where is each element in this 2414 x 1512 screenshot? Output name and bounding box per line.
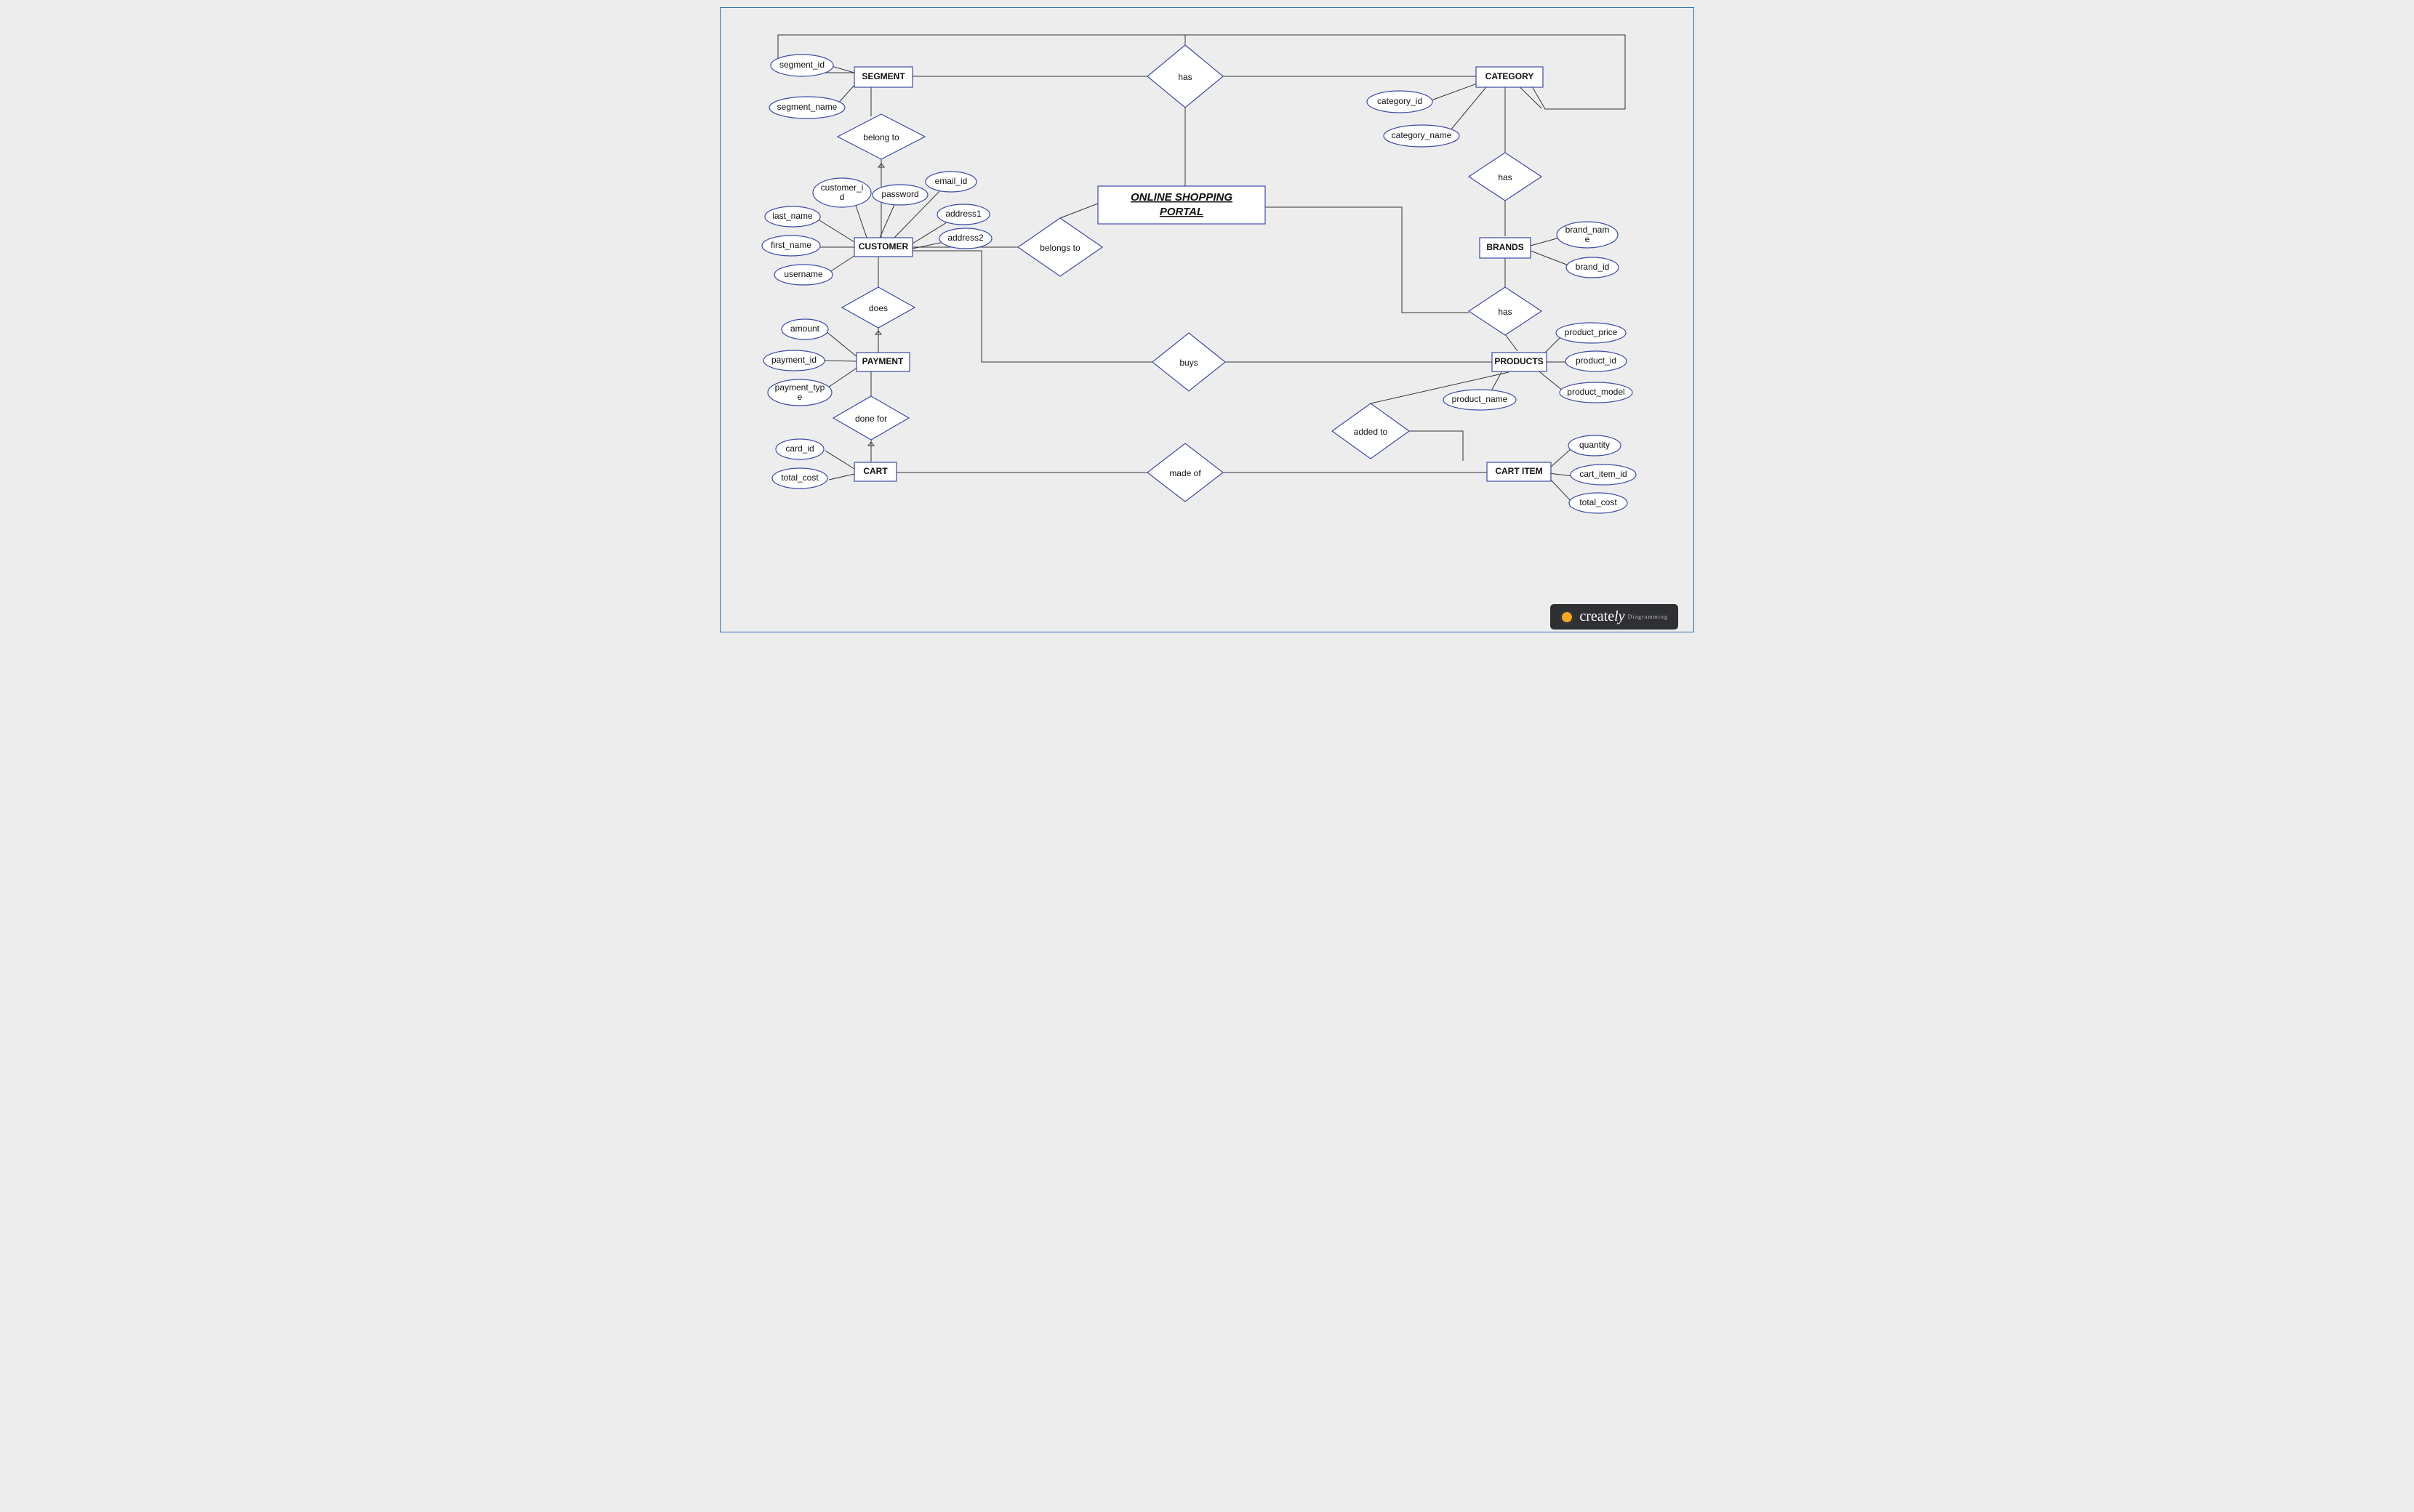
attr-category-id-label: category_id	[1377, 96, 1422, 106]
entity-segment-label: SEGMENT	[862, 71, 905, 81]
bulb-icon	[1560, 611, 1573, 624]
attr-total-cost-label: total_cost	[781, 472, 819, 483]
attr-brand-id-label: brand_id	[1576, 262, 1610, 272]
entity-cart-item-label: CART ITEM	[1495, 466, 1542, 476]
rel-added-to-label: added to	[1354, 427, 1388, 437]
attr-customer-id-l1: customer_i	[821, 182, 864, 193]
attr-brand-name-l2: e	[1585, 234, 1590, 244]
rel-belong-to-label: belong to	[863, 132, 899, 142]
attr-username-label: username	[784, 269, 823, 279]
portal-title-l1: ONLINE SHOPPING	[1131, 191, 1232, 204]
attr-payment-type-l2: e	[798, 392, 803, 402]
rel-does-label: does	[869, 303, 888, 313]
attr-first-name-label: first_name	[771, 240, 811, 250]
rel-has-brand-prod-label: has	[1498, 307, 1512, 317]
attr-product-name-label: product_name	[1452, 394, 1508, 404]
attr-password-label: password	[881, 189, 918, 199]
attr-payment-id-label: payment_id	[771, 355, 817, 365]
attr-amount-label: amount	[790, 323, 820, 334]
rel-done-for-label: done for	[855, 414, 887, 424]
entity-brands-label: BRANDS	[1486, 242, 1523, 252]
attr-customer-id-l2: d	[840, 192, 845, 202]
attr-address1-label: address1	[945, 209, 982, 219]
attr-payment-type-l1: payment_typ	[775, 382, 825, 393]
attr-email-id-label: email_id	[935, 176, 968, 186]
attr-address2-label: address2	[947, 233, 984, 243]
rel-has-top-label: has	[1178, 72, 1192, 82]
attr-product-id-label: product_id	[1576, 355, 1616, 366]
attr-category-name-label: category_name	[1392, 130, 1452, 140]
rel-made-of-label: made of	[1169, 468, 1201, 478]
logo-text-2: ly	[1614, 608, 1624, 625]
attr-product-price-label: product_price	[1565, 327, 1618, 337]
rel-belongs-to-label: belongs to	[1040, 243, 1080, 253]
entity-customer-label: CUSTOMER	[859, 241, 909, 252]
er-diagram-svg: ONLINE SHOPPING PORTAL SEGMENT CATEGORY …	[713, 0, 1701, 640]
attr-brand-name-l1: brand_nam	[1565, 225, 1610, 235]
entity-products-label: PRODUCTS	[1494, 356, 1543, 366]
logo-subtext: Diagramming	[1628, 614, 1668, 620]
attr-product-model-label: product_model	[1567, 387, 1624, 397]
rel-buys-label: buys	[1179, 358, 1198, 368]
er-diagram-page: ONLINE SHOPPING PORTAL SEGMENT CATEGORY …	[713, 0, 1701, 640]
logo-text-1: create	[1579, 608, 1614, 625]
portal-title-l2: PORTAL	[1160, 206, 1203, 218]
attr-cart-item-total-label: total_cost	[1579, 497, 1617, 507]
attr-segment-id-label: segment_id	[779, 60, 825, 70]
entity-payment-label: PAYMENT	[862, 356, 904, 366]
entity-cart-label: CART	[863, 466, 888, 476]
attr-last-name-label: last_name	[772, 211, 813, 221]
attr-cart-item-id-label: cart_item_id	[1579, 469, 1627, 479]
attr-card-id-label: card_id	[785, 443, 814, 454]
entity-category-label: CATEGORY	[1485, 71, 1534, 81]
attr-segment-name-label: segment_name	[777, 102, 838, 112]
attr-quantity-label: quantity	[1579, 440, 1610, 450]
creately-logo: creately Diagramming	[1550, 604, 1678, 630]
rel-has-cat-brand-label: has	[1498, 172, 1512, 182]
